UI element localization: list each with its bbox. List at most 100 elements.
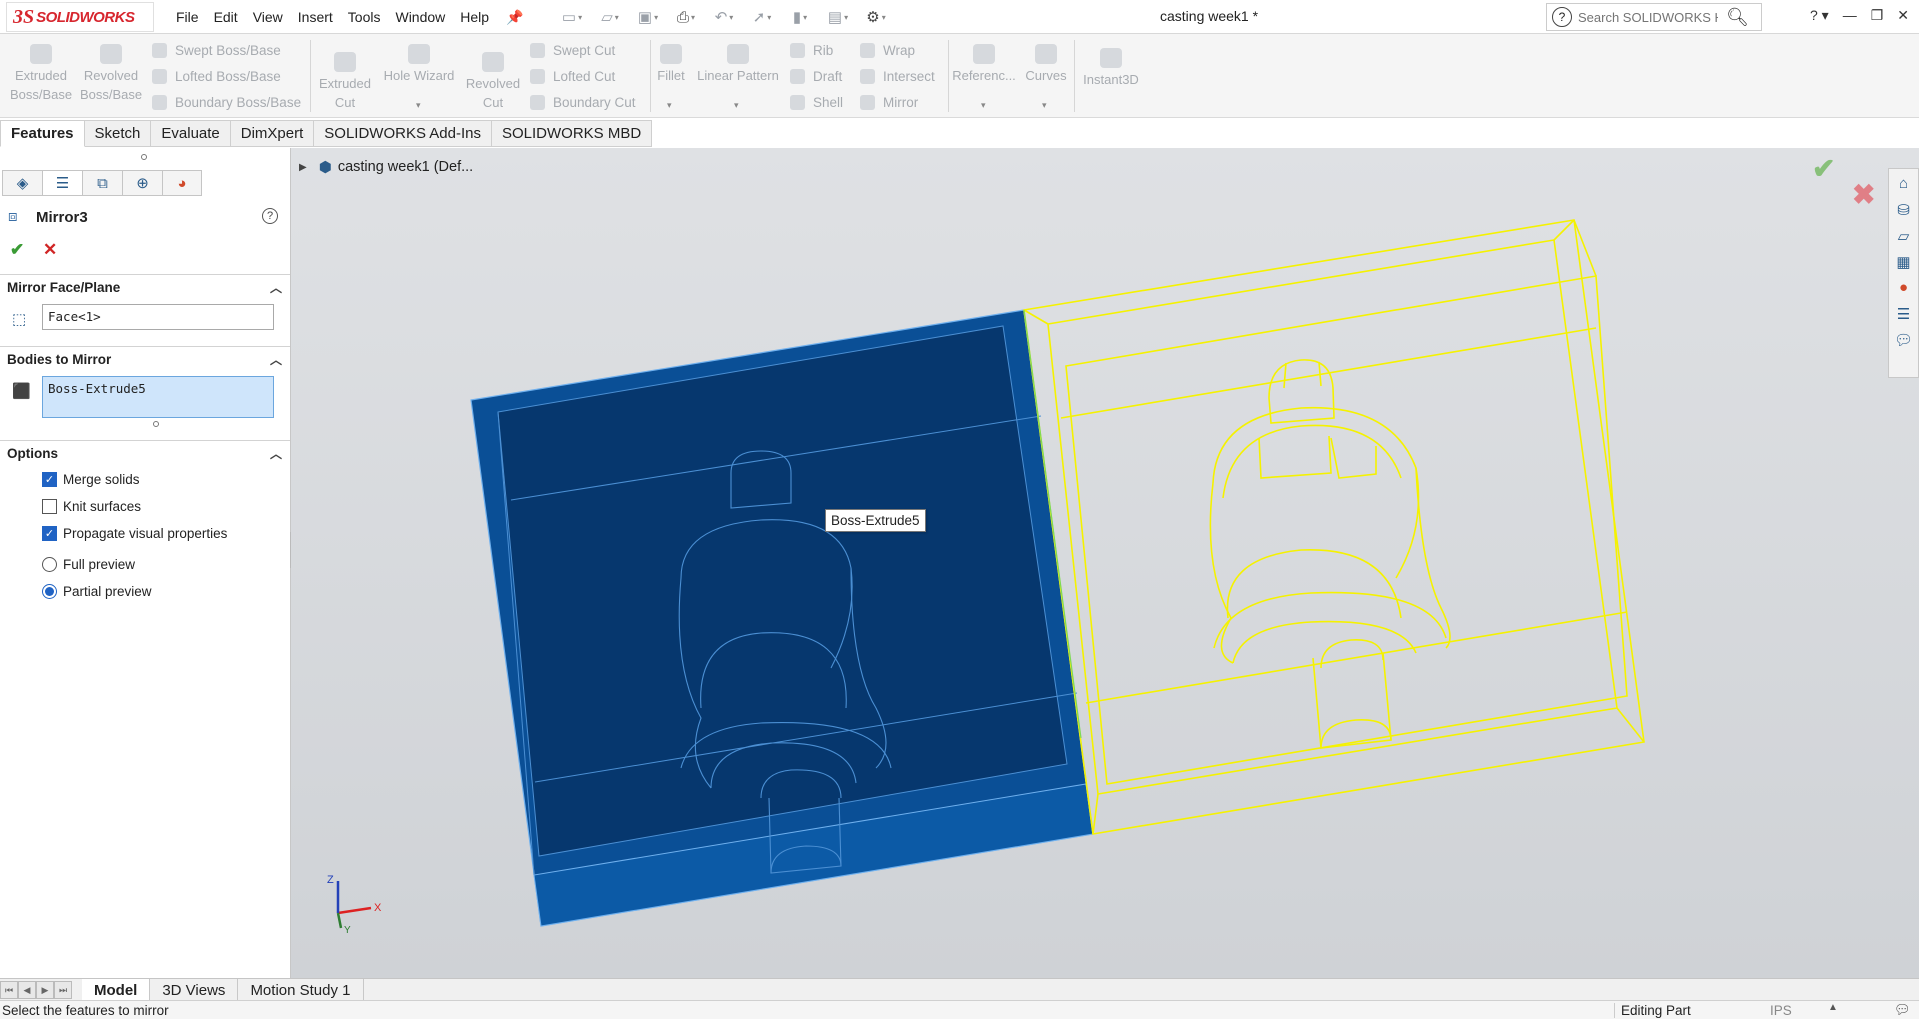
draft-button[interactable]: Draft bbox=[790, 69, 842, 84]
panel-split-handle[interactable] bbox=[141, 154, 147, 160]
close-icon[interactable]: ✕ bbox=[1897, 7, 1909, 24]
knit-surfaces-option[interactable]: Knit surfaces bbox=[42, 499, 141, 514]
file-explorer-icon[interactable]: ▱ bbox=[1894, 227, 1914, 247]
tab-model[interactable]: Model bbox=[82, 979, 151, 1001]
linear-pattern-dropdown-icon[interactable]: ▾ bbox=[734, 100, 739, 111]
custom-properties-icon[interactable]: ☰ bbox=[1894, 305, 1914, 325]
undo-icon[interactable]: ↶ bbox=[712, 6, 736, 28]
partial-preview-option[interactable]: Partial preview bbox=[42, 584, 152, 599]
menu-help[interactable]: Help bbox=[460, 9, 489, 25]
fillet-dropdown-icon[interactable]: ▾ bbox=[667, 100, 672, 111]
help-menu-icon[interactable]: ? ▾ bbox=[1810, 7, 1829, 24]
merge-solids-option[interactable]: ✓ Merge solids bbox=[42, 472, 140, 487]
feature-manager-tab-icon[interactable]: ◈ bbox=[2, 170, 42, 196]
list-resize-handle[interactable] bbox=[153, 421, 159, 427]
hole-wizard-dropdown-icon[interactable]: ▾ bbox=[416, 100, 421, 111]
appearances-icon[interactable]: ● bbox=[1894, 279, 1914, 299]
boss-extrude5-body[interactable] bbox=[470, 309, 1094, 927]
rib-button[interactable]: Rib bbox=[790, 43, 833, 58]
tab-3d-views[interactable]: 3D Views bbox=[150, 979, 239, 1001]
reference-geometry-button[interactable]: Referenc... bbox=[952, 44, 1016, 85]
full-preview-option[interactable]: Full preview bbox=[42, 557, 135, 572]
wrap-button[interactable]: Wrap bbox=[860, 43, 915, 58]
quick-tips-icon[interactable]: 💬︎ bbox=[1894, 1002, 1911, 1018]
intersect-button[interactable]: Intersect bbox=[860, 69, 935, 84]
shell-button[interactable]: Shell bbox=[790, 95, 843, 110]
collapse-chevron-icon[interactable]: ︿ bbox=[270, 351, 282, 368]
cancel-x-icon[interactable]: ✕ bbox=[43, 240, 57, 260]
bodies-selection-box[interactable]: Boss-Extrude5 bbox=[42, 376, 274, 418]
options-section-header[interactable]: Options ︿ bbox=[0, 440, 290, 466]
solidworks-logo[interactable]: 3S SOLIDWORKS bbox=[6, 2, 154, 32]
full-preview-radio[interactable] bbox=[42, 557, 57, 572]
revolved-boss-button[interactable]: Revolved Boss/Base bbox=[80, 44, 142, 104]
extruded-boss-button[interactable]: Extruded Boss/Base bbox=[10, 44, 72, 104]
menu-view[interactable]: View bbox=[253, 9, 283, 25]
solidworks-resources-icon[interactable]: ⌂ bbox=[1894, 175, 1914, 195]
boundary-boss-button[interactable]: Boundary Boss/Base bbox=[152, 95, 301, 110]
linear-pattern-button[interactable]: Linear Pattern bbox=[694, 44, 782, 85]
configuration-manager-tab-icon[interactable]: ⧉ bbox=[82, 170, 122, 196]
mirror-face-section-header[interactable]: Mirror Face/Plane ︿ bbox=[0, 274, 290, 300]
swept-cut-button[interactable]: Swept Cut bbox=[530, 43, 615, 58]
bodies-section-header[interactable]: Bodies to Mirror ︿ bbox=[0, 346, 290, 372]
propagate-visual-option[interactable]: ✓ Propagate visual properties bbox=[42, 526, 227, 541]
reference-dropdown-icon[interactable]: ▾ bbox=[981, 100, 986, 111]
tab-motion-study[interactable]: Motion Study 1 bbox=[238, 979, 364, 1001]
mirror-face-selection-box[interactable]: Face<1> bbox=[42, 304, 274, 330]
collapse-chevron-icon[interactable]: ︿ bbox=[270, 445, 282, 462]
design-library-icon[interactable]: ⛁ bbox=[1894, 201, 1914, 221]
tab-evaluate[interactable]: Evaluate bbox=[151, 120, 231, 147]
unit-menu-arrow-icon[interactable]: ▲ bbox=[1828, 1002, 1838, 1013]
unit-system-selector[interactable]: IPS bbox=[1770, 1003, 1792, 1018]
part-tree-label[interactable]: casting week1 (Def... bbox=[338, 159, 473, 175]
next-tab-icon[interactable]: ▶ bbox=[36, 981, 54, 999]
menu-insert[interactable]: Insert bbox=[298, 9, 333, 25]
knit-surfaces-checkbox[interactable] bbox=[42, 499, 57, 514]
curves-dropdown-icon[interactable]: ▾ bbox=[1042, 100, 1047, 111]
menu-file[interactable]: File bbox=[176, 9, 199, 25]
instant3d-button[interactable]: Instant3D bbox=[1078, 48, 1144, 89]
open-folder-icon[interactable]: ▱ bbox=[598, 6, 622, 28]
last-tab-icon[interactable]: ⏭ bbox=[54, 981, 72, 999]
tab-addins[interactable]: SOLIDWORKS Add-Ins bbox=[314, 120, 492, 147]
propagate-visual-checkbox[interactable]: ✓ bbox=[42, 526, 57, 541]
save-icon[interactable]: ▣ bbox=[636, 6, 660, 28]
tab-mbd[interactable]: SOLIDWORKS MBD bbox=[492, 120, 653, 147]
pin-icon[interactable]: 📌 bbox=[506, 9, 523, 26]
help-search-input[interactable] bbox=[1578, 9, 1718, 25]
boundary-cut-button[interactable]: Boundary Cut bbox=[530, 95, 636, 110]
file-properties-icon[interactable]: ▤ bbox=[826, 6, 850, 28]
confirm-corner-ok-icon[interactable]: ✔ bbox=[1812, 152, 1835, 185]
hole-wizard-button[interactable]: Hole Wizard bbox=[380, 44, 458, 85]
lofted-cut-button[interactable]: Lofted Cut bbox=[530, 69, 615, 84]
merge-solids-checkbox[interactable]: ✓ bbox=[42, 472, 57, 487]
new-document-icon[interactable]: ▭ bbox=[560, 6, 584, 28]
property-manager-tab-icon[interactable]: ☰ bbox=[42, 170, 82, 196]
menu-window[interactable]: Window bbox=[395, 9, 445, 25]
dimxpert-manager-tab-icon[interactable]: ⊕ bbox=[122, 170, 162, 196]
revolved-cut-button[interactable]: Revolved Cut bbox=[462, 52, 524, 112]
curves-button[interactable]: Curves bbox=[1020, 44, 1072, 85]
rebuild-icon[interactable]: ▮ bbox=[788, 6, 812, 28]
forum-icon[interactable]: 💬︎ bbox=[1894, 331, 1914, 351]
lofted-boss-button[interactable]: Lofted Boss/Base bbox=[152, 69, 281, 84]
mirror-button[interactable]: Mirror bbox=[860, 95, 918, 110]
minimize-icon[interactable]: — bbox=[1843, 7, 1857, 24]
help-icon[interactable]: ? bbox=[262, 208, 278, 224]
first-tab-icon[interactable]: ⏮ bbox=[0, 981, 18, 999]
partial-preview-radio[interactable] bbox=[42, 584, 57, 599]
collapse-chevron-icon[interactable]: ︿ bbox=[270, 279, 282, 296]
tab-sketch[interactable]: Sketch bbox=[84, 120, 152, 147]
fillet-button[interactable]: Fillet bbox=[655, 44, 687, 85]
swept-boss-button[interactable]: Swept Boss/Base bbox=[152, 43, 281, 58]
feature-tree-flyout[interactable]: ▶ ⬢ casting week1 (Def... bbox=[299, 158, 473, 176]
select-arrow-icon[interactable]: ➚ bbox=[750, 6, 774, 28]
search-icon[interactable]: 🔍︎ bbox=[1726, 7, 1749, 28]
extruded-cut-button[interactable]: Extruded Cut bbox=[316, 52, 374, 112]
tab-dimxpert[interactable]: DimXpert bbox=[230, 120, 315, 147]
prev-tab-icon[interactable]: ◀ bbox=[18, 981, 36, 999]
options-gear-icon[interactable]: ⚙ bbox=[864, 6, 888, 28]
view-palette-icon[interactable]: ▦ bbox=[1894, 253, 1914, 273]
tab-features[interactable]: Features bbox=[0, 120, 85, 147]
